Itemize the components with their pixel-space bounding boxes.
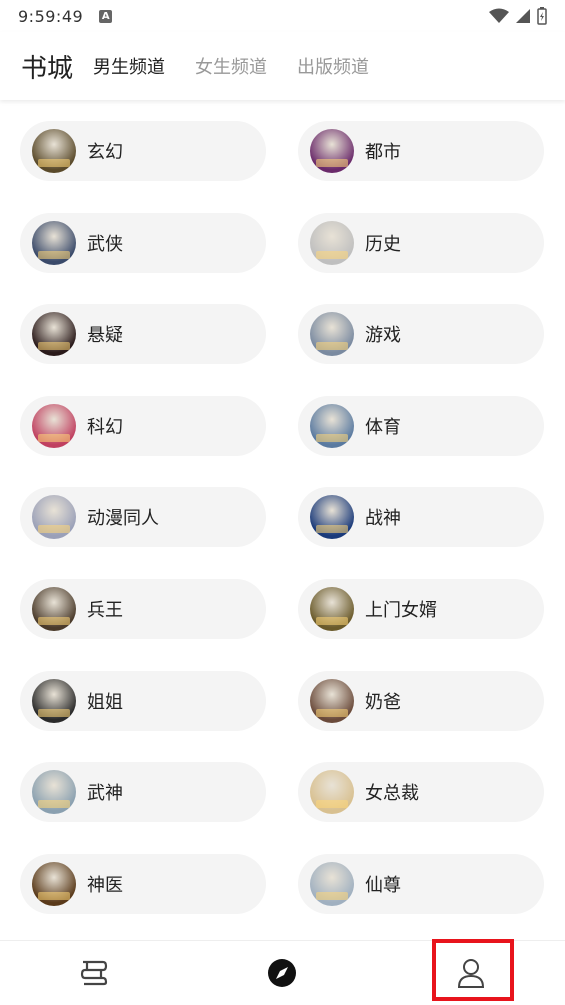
book-cover-avatar	[310, 495, 354, 540]
tab-male-channel[interactable]: 男生频道	[93, 53, 165, 79]
category-label: 都市	[365, 142, 401, 163]
category-label: 女总裁	[365, 783, 419, 805]
category-label: 玄幻	[87, 142, 123, 163]
book-cover-avatar	[310, 770, 354, 815]
notification-icon: A	[99, 9, 113, 23]
bookshelf-icon	[81, 960, 108, 986]
book-cover-avatar	[32, 312, 76, 357]
category-item[interactable]: 动漫同人	[20, 487, 266, 548]
category-label: 历史	[365, 233, 401, 255]
category-item[interactable]: 神医	[20, 853, 266, 914]
tab-female-channel[interactable]: 女生频道	[195, 53, 267, 79]
category-label: 体育	[365, 416, 401, 438]
signal-icon	[516, 9, 530, 23]
book-cover-avatar	[32, 770, 76, 815]
category-item[interactable]: 战神	[298, 487, 544, 548]
nav-profile[interactable]	[377, 941, 565, 1005]
book-cover-avatar	[32, 403, 76, 448]
book-cover-avatar	[310, 403, 354, 448]
status-icons	[489, 7, 547, 25]
category-item[interactable]: 仙尊	[298, 853, 544, 914]
category-item[interactable]: 科幻	[20, 395, 266, 456]
category-item[interactable]: 历史	[298, 212, 544, 273]
book-cover-avatar	[32, 861, 76, 906]
category-item[interactable]: 兵王	[20, 578, 266, 639]
category-item[interactable]: 体育	[298, 395, 544, 456]
category-item[interactable]: 武神	[20, 762, 266, 823]
status-bar: 9:59:49 A	[0, 0, 565, 32]
category-grid: 玄幻 都市武侠 历史悬疑 游戏科幻 体育动漫同人 战神兵王 上门女婿姐姐 奶爸武神 女总裁神医 仙…	[20, 121, 545, 914]
status-time: 9:59:49	[18, 6, 84, 26]
book-cover-avatar	[310, 312, 354, 357]
book-cover-avatar	[32, 129, 76, 173]
category-label: 上门女婿	[365, 599, 437, 621]
category-label: 动漫同人	[87, 508, 159, 530]
category-label: 悬疑	[87, 325, 123, 347]
book-cover-avatar	[310, 220, 354, 265]
category-item[interactable]: 上门女婿	[298, 578, 544, 639]
category-item[interactable]: 女总裁	[298, 762, 544, 823]
book-cover-avatar	[32, 678, 76, 723]
book-cover-avatar	[310, 129, 354, 173]
category-item[interactable]: 游戏	[298, 304, 544, 365]
category-label: 奶爸	[365, 691, 401, 713]
category-item[interactable]: 武侠	[20, 212, 266, 273]
book-cover-avatar	[32, 220, 76, 265]
category-item[interactable]: 姐姐	[20, 670, 266, 731]
book-cover-avatar	[310, 861, 354, 906]
book-cover-avatar	[310, 586, 354, 631]
book-cover-avatar	[32, 495, 76, 540]
book-cover-avatar	[310, 678, 354, 723]
category-label: 科幻	[87, 416, 123, 438]
battery-icon	[537, 7, 547, 25]
category-item[interactable]: 都市	[298, 121, 544, 181]
category-label: 游戏	[365, 325, 401, 347]
profile-icon	[457, 959, 484, 988]
category-item[interactable]: 奶爸	[298, 670, 544, 731]
bottom-nav	[0, 940, 565, 1005]
category-label: 神医	[87, 874, 123, 896]
compass-icon	[268, 959, 297, 987]
category-label: 武侠	[87, 233, 123, 255]
book-cover-avatar	[32, 586, 76, 631]
tab-publishing-channel[interactable]: 出版频道	[297, 53, 369, 79]
nav-discover[interactable]	[188, 941, 376, 1005]
category-label: 兵王	[87, 599, 123, 621]
category-label: 武神	[87, 783, 123, 805]
nav-bookshelf[interactable]	[0, 941, 188, 1005]
category-label: 战神	[365, 508, 401, 530]
category-label: 姐姐	[87, 691, 123, 713]
wifi-icon	[489, 8, 509, 23]
header: 书城 男生频道 女生频道 出版频道	[0, 32, 565, 100]
category-label: 仙尊	[365, 874, 401, 896]
category-item[interactable]: 玄幻	[20, 121, 266, 181]
category-item[interactable]: 悬疑	[20, 304, 266, 365]
page-title: 书城	[21, 53, 74, 84]
